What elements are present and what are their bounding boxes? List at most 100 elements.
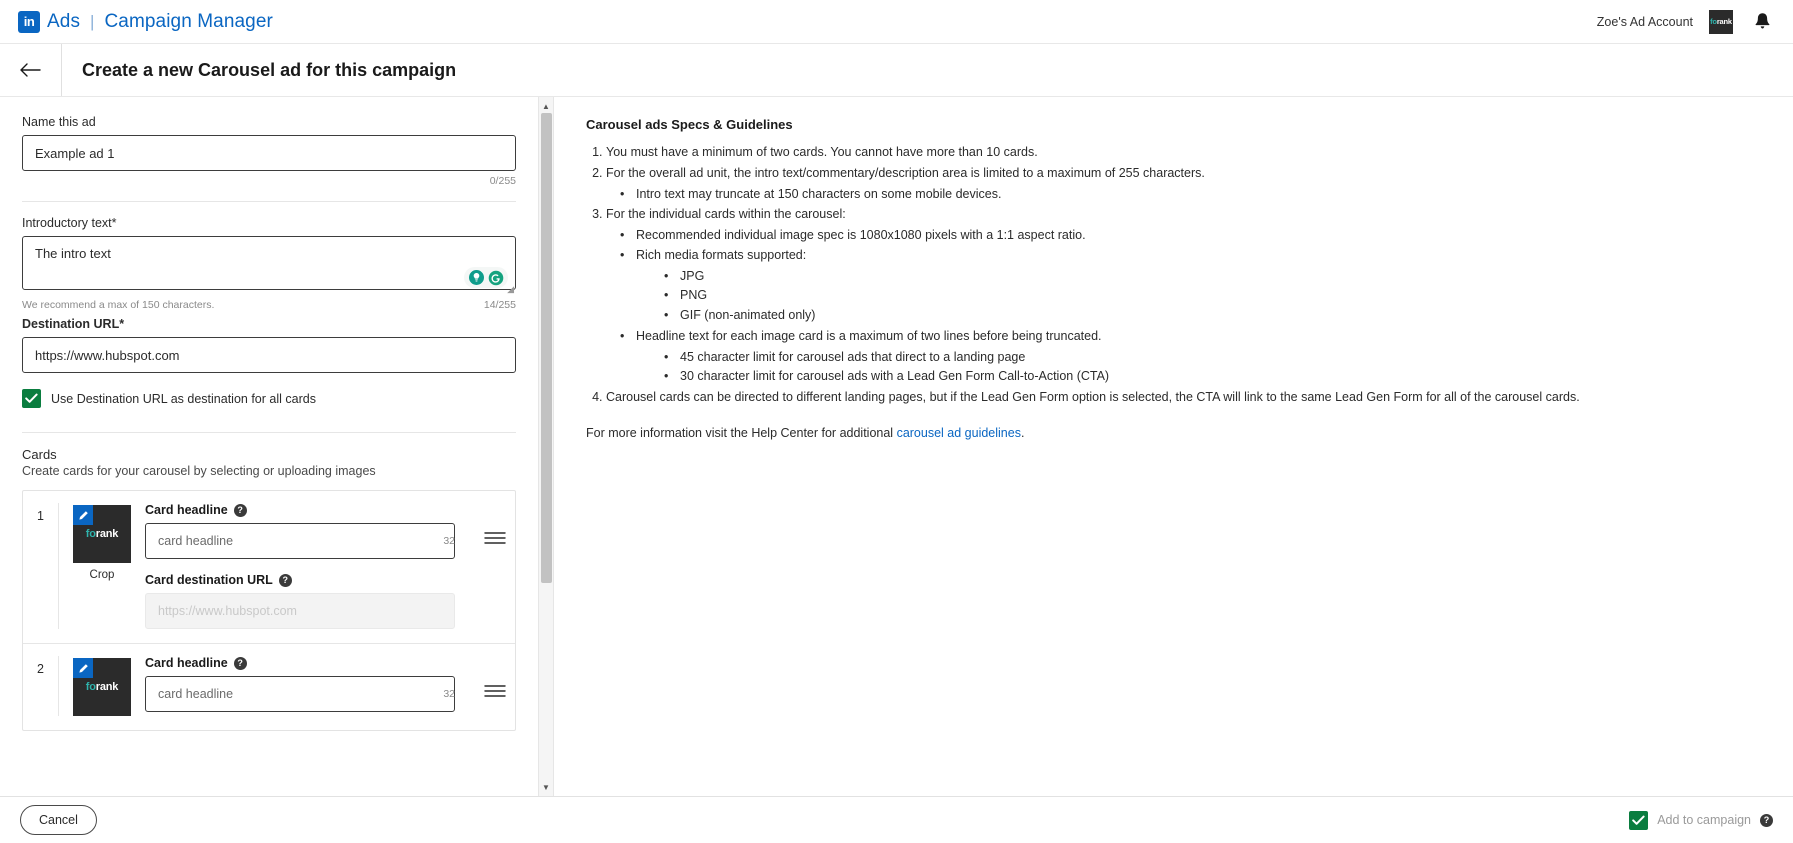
destination-url-label-text: Destination URL: [22, 317, 120, 331]
card-headline-wrapper: 32: [145, 676, 465, 712]
guideline-item-3-text: For the individual cards within the caro…: [606, 207, 846, 222]
card-headline-input[interactable]: [145, 676, 455, 712]
carousel-ad-guidelines-link[interactable]: carousel ad guidelines: [897, 426, 1021, 440]
card-image-thumbnail[interactable]: forank: [73, 505, 131, 563]
drag-handle-icon[interactable]: [475, 656, 515, 716]
cards-section-subtitle: Create cards for your carousel by select…: [22, 464, 376, 478]
page-header: Create a new Carousel ad for this campai…: [0, 44, 1793, 97]
card-fields: Card headline ? 32 Card destination URL …: [145, 503, 475, 629]
drag-handle-icon[interactable]: [475, 503, 515, 629]
card-index-label: 2: [23, 656, 59, 716]
brand-ads-label: Ads: [47, 10, 81, 32]
card-headline-wrapper: 32: [145, 523, 465, 559]
headline-limit-lead-gen: 30 character limit for carousel ads with…: [664, 368, 1767, 386]
brand-logo[interactable]: in Ads | Campaign Manager: [18, 10, 273, 33]
use-destination-url-row[interactable]: Use Destination URL as destination for a…: [22, 389, 516, 408]
table-row: 1 forank Crop Card headline ? card headl…: [23, 491, 515, 644]
scroll-down-arrow-icon[interactable]: ▼: [539, 780, 553, 794]
cards-section-title: Cards: [22, 447, 57, 462]
cancel-button[interactable]: Cancel: [20, 805, 97, 835]
page-title: Create a new Carousel ad for this campai…: [82, 59, 457, 80]
card-headline-label-text: Card headline: [145, 503, 228, 517]
use-destination-url-checkbox[interactable]: [22, 389, 41, 408]
add-to-campaign-checkbox[interactable]: [1629, 810, 1649, 830]
brand-campaign-manager-label: Campaign Manager: [104, 10, 273, 32]
table-row: 2 forank Card headline ? card headline 3…: [23, 644, 515, 730]
card-index-label: 1: [23, 503, 59, 629]
destination-url-required-mark: *: [119, 317, 125, 331]
card-thumbnail-text: forank: [86, 681, 119, 693]
page-body: Name this ad 0/255 Introductory text*: [0, 97, 1793, 796]
card-headline-counter: 32: [443, 688, 455, 700]
destination-url-input[interactable]: [22, 337, 516, 373]
introductory-text-label-text: Introductory text: [22, 216, 112, 230]
crop-button[interactable]: Crop: [90, 569, 115, 581]
avatar-fo-text: fo: [1710, 17, 1717, 26]
headline-limit-list: 45 character limit for carousel ads that…: [636, 349, 1767, 387]
brand-separator: |: [90, 11, 95, 31]
guideline-item-4: Carousel cards can be directed to differ…: [606, 389, 1767, 407]
introductory-text-required-mark: *: [111, 216, 117, 230]
help-icon[interactable]: ?: [1760, 813, 1773, 827]
card-headline-label: Card headline ?: [145, 503, 465, 517]
card-headline-input[interactable]: [145, 523, 455, 559]
more-info-suffix: .: [1020, 425, 1025, 440]
grammarly-widget[interactable]: [464, 267, 508, 288]
form-scrollbar[interactable]: ▲ ▼: [538, 97, 554, 796]
card-destination-url-label: Card destination URL ?: [145, 573, 465, 587]
ad-name-input[interactable]: [22, 135, 516, 171]
thumbnail-fo-text: fo: [85, 528, 96, 540]
more-information-text: For more information visit the Help Cent…: [586, 425, 1767, 443]
guideline-item-2-sublist: Intro text may truncate at 150 character…: [606, 186, 1767, 204]
name-this-ad-label: Name this ad: [22, 115, 96, 129]
more-info-prefix: For more information visit the Help Cent…: [586, 425, 897, 440]
guideline-item-3-sub-2-text: Rich media formats supported:: [636, 247, 807, 262]
help-icon[interactable]: ?: [278, 573, 292, 587]
card-destination-url-label-text: Card destination URL: [145, 573, 273, 587]
edit-pencil-icon[interactable]: [73, 505, 93, 525]
footer-right-group: Add to campaign ?: [1629, 810, 1773, 830]
introductory-text-wrapper: ◢: [22, 236, 516, 295]
avatar-rank-text: rank: [1716, 17, 1732, 26]
back-arrow-icon[interactable]: [0, 44, 62, 96]
destination-url-label: Destination URL*: [22, 317, 516, 331]
card-image-column: forank: [59, 656, 145, 716]
form-divider-1: [22, 201, 516, 202]
edit-pencil-icon[interactable]: [73, 658, 93, 678]
cards-table: 1 forank Crop Card headline ? card headl…: [22, 490, 516, 731]
rich-media-format-list: JPG PNG GIF (non-animated only): [636, 268, 1767, 325]
textarea-resize-handle[interactable]: ◢: [507, 285, 514, 294]
guideline-item-3-sub-3: Headline text for each image card is a m…: [620, 328, 1767, 386]
account-name-label[interactable]: Zoe's Ad Account: [1597, 15, 1693, 29]
footer-bar: Cancel Add to campaign ?: [0, 796, 1793, 843]
card-destination-url-input: [145, 593, 455, 629]
guideline-item-2: For the overall ad unit, the intro text/…: [606, 165, 1767, 204]
ad-form-pane: Name this ad 0/255 Introductory text*: [0, 97, 538, 796]
grammarly-icon[interactable]: [487, 269, 504, 286]
card-image-thumbnail[interactable]: forank: [73, 658, 131, 716]
lightbulb-icon[interactable]: [468, 269, 485, 286]
scroll-up-arrow-icon[interactable]: ▲: [539, 99, 553, 113]
help-icon[interactable]: ?: [233, 656, 247, 670]
card-headline-label: Card headline ?: [145, 656, 465, 670]
introductory-text-input[interactable]: [22, 236, 516, 290]
card-destination-url-group: Card destination URL ?: [145, 573, 465, 629]
guideline-item-2-text: For the overall ad unit, the intro text/…: [606, 165, 1205, 180]
card-image-column: forank Crop: [59, 503, 145, 629]
add-to-campaign-label: Add to campaign: [1657, 813, 1751, 827]
help-icon[interactable]: ?: [233, 503, 247, 517]
headline-limit-landing-page: 45 character limit for carousel ads that…: [664, 349, 1767, 367]
card-headline-counter: 32: [443, 535, 455, 547]
notifications-bell-icon[interactable]: [1749, 9, 1775, 35]
card-fields: Card headline ? 32: [145, 656, 475, 716]
guideline-item-3-sub-2: Rich media formats supported: JPG PNG GI…: [620, 247, 1767, 325]
guidelines-title: Carousel ads Specs & Guidelines: [586, 117, 793, 132]
thumbnail-rank-text: rank: [95, 528, 119, 540]
linkedin-logo-icon: in: [18, 10, 40, 33]
introductory-text-counter: 14/255: [483, 299, 516, 311]
guideline-item-3-sublist: Recommended individual image spec is 108…: [606, 227, 1767, 386]
account-avatar[interactable]: fo rank: [1709, 9, 1733, 34]
card-headline-label-text: Card headline: [145, 656, 228, 670]
scrollbar-thumb[interactable]: [541, 113, 552, 583]
guideline-item-3-sub-1: Recommended individual image spec is 108…: [620, 227, 1767, 245]
